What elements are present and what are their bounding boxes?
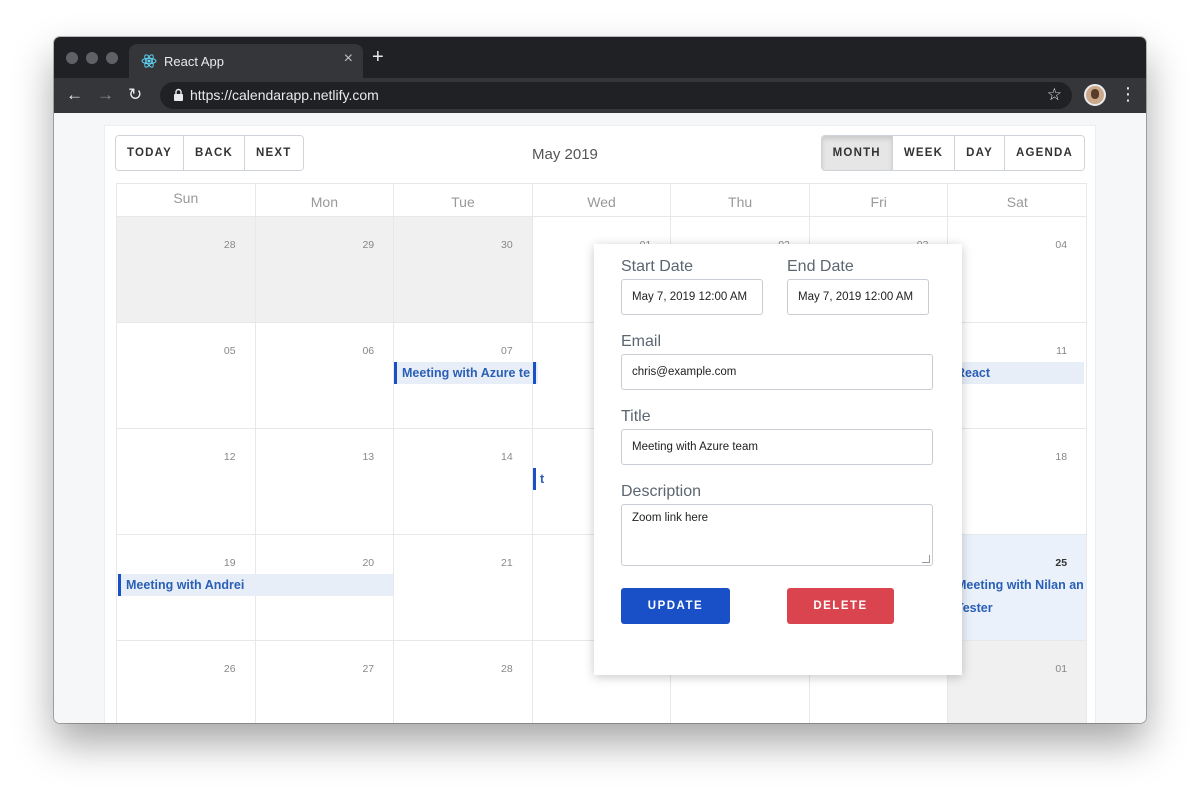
back-button[interactable]: BACK [184, 136, 246, 170]
browser-menu-icon[interactable]: ⋮ [1119, 84, 1137, 105]
react-logo-icon [141, 54, 157, 68]
forward-arrow-icon[interactable]: → [97, 85, 114, 105]
bookmark-star-icon[interactable]: ☆ [1047, 85, 1062, 105]
day-cell[interactable]: 14 [394, 429, 533, 534]
description-text: Zoom link here [632, 512, 709, 524]
navigation-button-group: TODAY BACK NEXT [115, 135, 304, 171]
title-input[interactable]: Meeting with Azure team [621, 429, 933, 465]
description-label: Description [621, 483, 702, 500]
day-cell[interactable]: 12 [117, 429, 256, 534]
day-cell[interactable]: 21 [394, 535, 533, 640]
day-number[interactable]: 21 [501, 557, 513, 569]
lock-icon [174, 88, 183, 101]
url-text[interactable]: https://calendarapp.netlify.com [190, 87, 379, 103]
weekday-tue: Tue [394, 184, 533, 216]
minimize-window-icon[interactable] [86, 52, 98, 64]
day-cell[interactable]: 18 [948, 429, 1088, 534]
title-label: Title [621, 408, 651, 425]
resize-handle-icon[interactable] [922, 555, 930, 563]
day-cell[interactable]: 30 [394, 217, 533, 322]
start-date-label: Start Date [621, 258, 694, 275]
week-view-button[interactable]: WEEK [892, 136, 956, 170]
event-react[interactable]: React [948, 362, 1084, 384]
day-number[interactable]: 27 [362, 663, 374, 675]
day-number[interactable]: 20 [362, 557, 374, 569]
day-number[interactable]: 14 [501, 451, 513, 463]
weekday-sun: Sun [117, 184, 256, 216]
weekday-wed: Wed [533, 184, 672, 216]
browser-toolbar: ← → ↻ https://calendarapp.netlify.com ☆ … [54, 78, 1146, 113]
weekday-header: Sun Mon Tue Wed Thu Fri Sat [117, 183, 1088, 217]
day-number[interactable]: 07 [501, 345, 513, 357]
day-cell[interactable]: 27 [256, 641, 395, 723]
agenda-view-button[interactable]: AGENDA [1004, 136, 1084, 170]
day-number[interactable]: 11 [1056, 345, 1067, 357]
description-textarea[interactable]: Zoom link here [621, 504, 933, 566]
end-date-label: End Date [787, 258, 854, 275]
day-cell[interactable]: 05 [117, 323, 256, 428]
close-window-icon[interactable] [66, 52, 78, 64]
event-tester[interactable]: Tester [948, 597, 1084, 619]
browser-window: React App × + ← → ↻ https://calendarapp.… [54, 37, 1146, 723]
day-number[interactable]: 19 [224, 557, 236, 569]
event-continuation-marker[interactable] [533, 362, 538, 384]
day-cell[interactable]: 28 [117, 217, 256, 322]
profile-avatar[interactable] [1084, 84, 1106, 106]
page-viewport: TODAY BACK NEXT May 2019 MONTH WEEK DAY … [54, 113, 1146, 723]
calendar-app: TODAY BACK NEXT May 2019 MONTH WEEK DAY … [104, 125, 1096, 723]
weekday-mon: Mon [256, 184, 395, 216]
day-cell[interactable]: 26 [117, 641, 256, 723]
delete-button[interactable]: DELETE [787, 588, 894, 624]
end-date-input[interactable]: May 7, 2019 12:00 AM [787, 279, 929, 315]
day-number[interactable]: 04 [1055, 239, 1067, 251]
day-number[interactable]: 30 [501, 239, 513, 251]
tab-close-icon[interactable]: × [344, 50, 353, 68]
back-arrow-icon[interactable]: ← [66, 85, 83, 105]
day-number[interactable]: 28 [501, 663, 513, 675]
day-cell[interactable]: 04 [948, 217, 1088, 322]
reload-icon[interactable]: ↻ [128, 85, 142, 105]
browser-tab[interactable]: React App × [129, 44, 363, 78]
day-number[interactable]: 01 [1055, 663, 1067, 675]
day-number[interactable]: 13 [362, 451, 374, 463]
month-label: May 2019 [532, 146, 598, 163]
month-view-button[interactable]: MONTH [821, 136, 893, 170]
event-azure-meeting[interactable]: Meeting with Azure te [394, 362, 534, 384]
day-cell[interactable]: 28 [394, 641, 533, 723]
next-button[interactable]: NEXT [245, 136, 303, 170]
weekday-thu: Thu [671, 184, 810, 216]
event-partial[interactable]: t [533, 468, 549, 490]
email-input[interactable]: chris@example.com [621, 354, 933, 390]
day-number[interactable]: 05 [224, 345, 236, 357]
new-tab-icon[interactable]: + [372, 46, 384, 69]
today-button[interactable]: TODAY [116, 136, 184, 170]
day-number[interactable]: 25 [1055, 557, 1067, 569]
tab-bar: React App × + [54, 37, 1146, 78]
weekday-sat: Sat [948, 184, 1088, 216]
day-number[interactable]: 18 [1055, 451, 1067, 463]
view-button-group: MONTH WEEK DAY AGENDA [820, 135, 1085, 171]
day-cell[interactable]: 01 [948, 641, 1088, 723]
event-nilan-meeting[interactable]: Meeting with Nilan an [948, 574, 1084, 596]
day-number[interactable]: 28 [224, 239, 236, 251]
address-bar[interactable]: https://calendarapp.netlify.com ☆ [160, 82, 1072, 109]
day-cell[interactable]: 13 [256, 429, 395, 534]
day-view-button[interactable]: DAY [955, 136, 1005, 170]
day-number[interactable]: 06 [362, 345, 374, 357]
update-button[interactable]: UPDATE [621, 588, 730, 624]
start-date-input[interactable]: May 7, 2019 12:00 AM [621, 279, 763, 315]
day-cell[interactable]: 06 [256, 323, 395, 428]
weekday-fri: Fri [810, 184, 949, 216]
day-number[interactable]: 12 [224, 451, 236, 463]
day-cell[interactable]: 29 [255, 217, 395, 322]
event-edit-modal: Start Date May 7, 2019 12:00 AM End Date… [594, 244, 962, 675]
day-number[interactable]: 26 [224, 663, 236, 675]
event-andrei-meeting[interactable]: Meeting with Andrei [118, 574, 393, 596]
maximize-window-icon[interactable] [106, 52, 118, 64]
day-number[interactable]: 29 [362, 239, 374, 251]
email-label: Email [621, 333, 662, 350]
tab-title: React App [164, 54, 224, 69]
